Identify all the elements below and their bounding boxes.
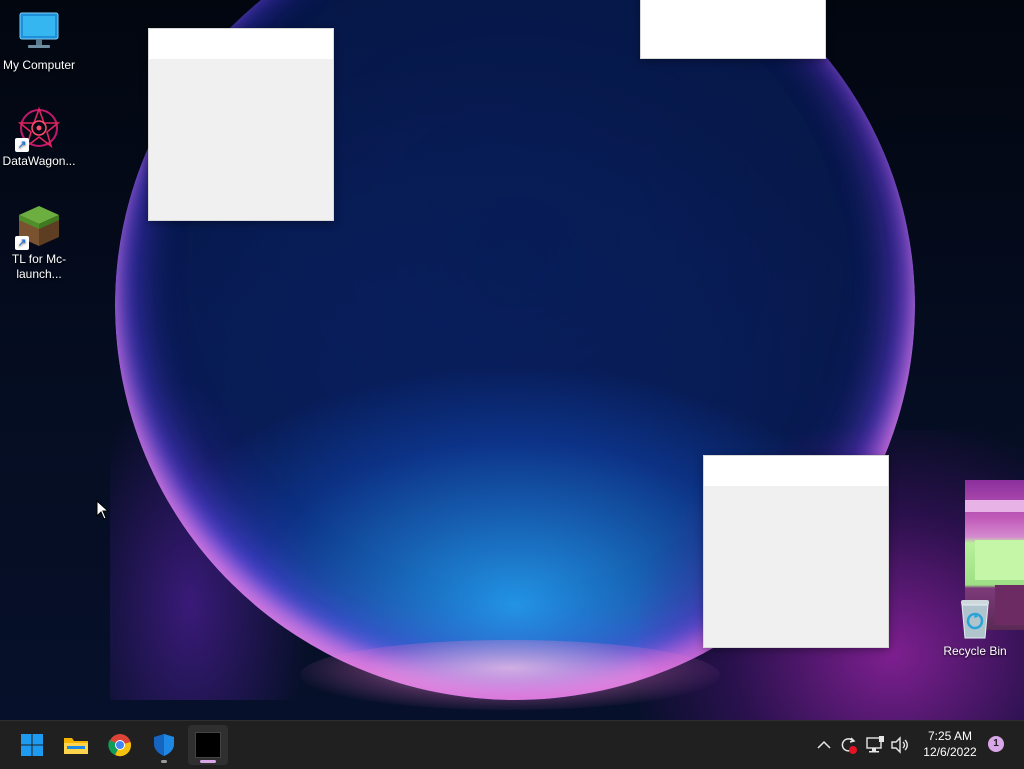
windows-start-icon: [21, 734, 43, 756]
windows-security-button[interactable]: [144, 725, 184, 765]
start-button[interactable]: [12, 725, 52, 765]
shortcut-arrow-icon: ↗: [15, 236, 29, 250]
clock-date: 12/6/2022: [923, 745, 977, 759]
blank-window[interactable]: [148, 28, 334, 221]
wallpaper-rim: [300, 640, 720, 710]
recycle-bin-icon: [953, 596, 997, 640]
blank-window[interactable]: [703, 455, 889, 648]
notification-badge[interactable]: 1: [988, 736, 1004, 752]
sync-icon: [841, 737, 857, 754]
taskbar: 7:25 AM 12/6/2022: [0, 720, 1024, 769]
chevron-up-icon: [817, 740, 831, 749]
monitor-icon: [17, 10, 61, 54]
window-title-bar[interactable]: [149, 29, 333, 59]
file-explorer-button[interactable]: [56, 725, 96, 765]
clock-time: 7:25 AM: [927, 729, 973, 743]
window-title-bar[interactable]: [641, 0, 825, 58]
minecraft-grass-block-icon: ↗: [15, 204, 61, 250]
volume-button[interactable]: [889, 733, 911, 757]
window-title-bar[interactable]: [704, 456, 888, 486]
desktop-icon-my-computer[interactable]: My Computer: [0, 10, 78, 73]
blank-window[interactable]: [640, 0, 826, 59]
folder-icon: [64, 738, 88, 754]
desktop-icon-tl-launcher[interactable]: ↗ TL for Mc-launch...: [0, 204, 78, 282]
running-indicator: [161, 760, 167, 763]
shortcut-arrow-icon: ↗: [15, 138, 29, 152]
desktop-icon-label: DataWagon...: [2, 154, 76, 168]
shield-icon: [154, 734, 174, 756]
active-indicator: [200, 760, 216, 763]
desktop-icon-datawagon[interactable]: ↗ DataWagon...: [0, 106, 78, 169]
datawagon-app-icon: ↗: [15, 106, 61, 152]
desktop-icon-recycle-bin[interactable]: Recycle Bin: [936, 596, 1014, 659]
desktop-icon-label: Recycle Bin: [943, 644, 1007, 658]
desktop-icon-label: My Computer: [2, 58, 76, 72]
clock-button[interactable]: 7:25 AM 12/6/2022: [912, 728, 988, 760]
network-icon: [866, 736, 884, 753]
terminal-button[interactable]: [188, 725, 228, 765]
show-hidden-icons-button[interactable]: [814, 733, 834, 757]
mouse-cursor-icon: [96, 500, 110, 520]
network-button[interactable]: [864, 733, 886, 757]
black-window-icon: [195, 732, 221, 758]
desktop-icon-label: TL for Mc-launch...: [11, 252, 67, 281]
sync-status-button[interactable]: [837, 733, 859, 757]
speaker-icon: [891, 736, 908, 754]
chrome-button[interactable]: [100, 725, 140, 765]
chrome-icon: [108, 734, 131, 757]
